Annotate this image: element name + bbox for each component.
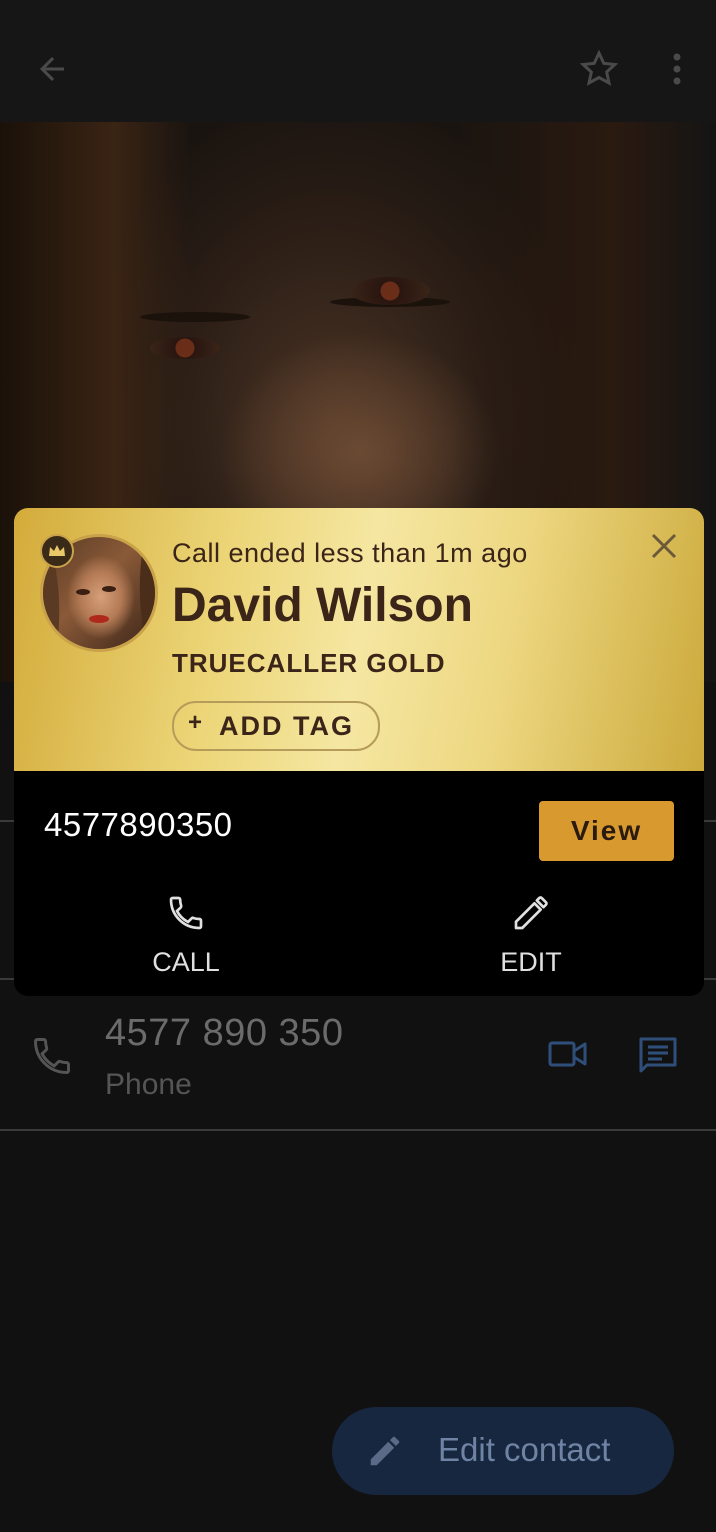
phone-type-label: Phone xyxy=(105,1068,192,1101)
back-arrow-icon[interactable] xyxy=(27,44,77,94)
edit-contact-button[interactable]: Edit contact xyxy=(332,1407,674,1495)
app-bar xyxy=(0,0,716,122)
call-action[interactable]: CALL xyxy=(116,893,256,977)
call-label: CALL xyxy=(152,947,220,977)
crown-icon xyxy=(40,534,74,568)
pencil-icon xyxy=(370,1436,400,1466)
star-icon[interactable] xyxy=(574,44,624,94)
caller-id-card: Call ended less than 1m ago David Wilson… xyxy=(14,508,704,996)
phone-icon xyxy=(34,1038,70,1074)
pencil-icon xyxy=(514,896,548,930)
edit-label: EDIT xyxy=(500,947,562,977)
phone-row[interactable]: 4577 890 350 Phone xyxy=(0,1000,716,1130)
plus-icon: + xyxy=(188,709,203,736)
card-header: Call ended less than 1m ago David Wilson… xyxy=(14,508,704,771)
caller-number: 4577890350 xyxy=(44,806,233,843)
more-options-icon[interactable] xyxy=(652,44,702,94)
membership-tier: TRUECALLER GOLD xyxy=(172,648,446,678)
phone-icon xyxy=(169,896,203,930)
edit-contact-label: Edit contact xyxy=(438,1431,611,1468)
caller-name: David Wilson xyxy=(172,579,473,632)
add-tag-button[interactable]: + ADD TAG xyxy=(172,701,380,751)
add-tag-label: ADD TAG xyxy=(219,711,354,741)
message-icon[interactable] xyxy=(638,1036,678,1076)
close-icon[interactable] xyxy=(648,530,680,562)
call-status-text: Call ended less than 1m ago xyxy=(172,538,528,568)
view-button[interactable]: View xyxy=(539,801,674,861)
video-call-icon[interactable] xyxy=(548,1038,588,1070)
phone-number: 4577 890 350 xyxy=(105,1012,344,1054)
edit-action[interactable]: EDIT xyxy=(461,893,601,977)
